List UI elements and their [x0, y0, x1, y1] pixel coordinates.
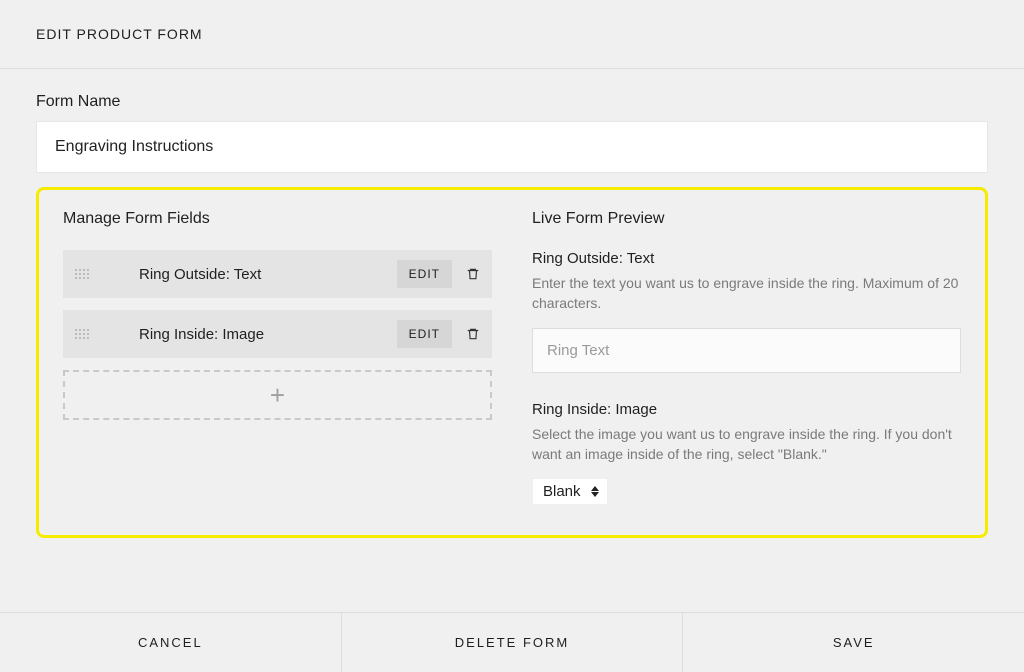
field-name-label: Ring Inside: Image [139, 326, 397, 343]
page-title: EDIT PRODUCT FORM [0, 0, 1024, 69]
save-button[interactable]: SAVE [683, 613, 1024, 672]
form-name-label: Form Name [36, 93, 988, 111]
chevron-updown-icon [591, 486, 599, 497]
field-row[interactable]: Ring Inside: Image EDIT [63, 310, 492, 358]
add-field-button[interactable]: + [63, 370, 492, 420]
preview-field-description: Enter the text you want us to engrave in… [532, 273, 961, 314]
ring-text-input[interactable] [532, 328, 961, 373]
select-value: Blank [543, 483, 581, 500]
edit-field-button[interactable]: EDIT [397, 320, 452, 348]
drag-handle-icon[interactable] [75, 329, 89, 339]
trash-icon[interactable] [466, 266, 480, 282]
manage-fields-title: Manage Form Fields [63, 210, 492, 228]
ring-image-select[interactable]: Blank [532, 478, 608, 505]
trash-icon[interactable] [466, 326, 480, 342]
field-name-label: Ring Outside: Text [139, 266, 397, 283]
preview-field-description: Select the image you want us to engrave … [532, 424, 961, 465]
edit-field-button[interactable]: EDIT [397, 260, 452, 288]
delete-form-button[interactable]: DELETE FORM [342, 613, 684, 672]
preview-field-label: Ring Inside: Image [532, 401, 961, 418]
highlighted-region: Manage Form Fields Ring Outside: Text ED… [36, 187, 988, 538]
live-preview-title: Live Form Preview [532, 210, 961, 228]
plus-icon: + [270, 382, 285, 408]
footer-actions: CANCEL DELETE FORM SAVE [0, 612, 1024, 672]
field-row[interactable]: Ring Outside: Text EDIT [63, 250, 492, 298]
preview-field-label: Ring Outside: Text [532, 250, 961, 267]
drag-handle-icon[interactable] [75, 269, 89, 279]
cancel-button[interactable]: CANCEL [0, 613, 342, 672]
form-name-input[interactable] [36, 121, 988, 173]
